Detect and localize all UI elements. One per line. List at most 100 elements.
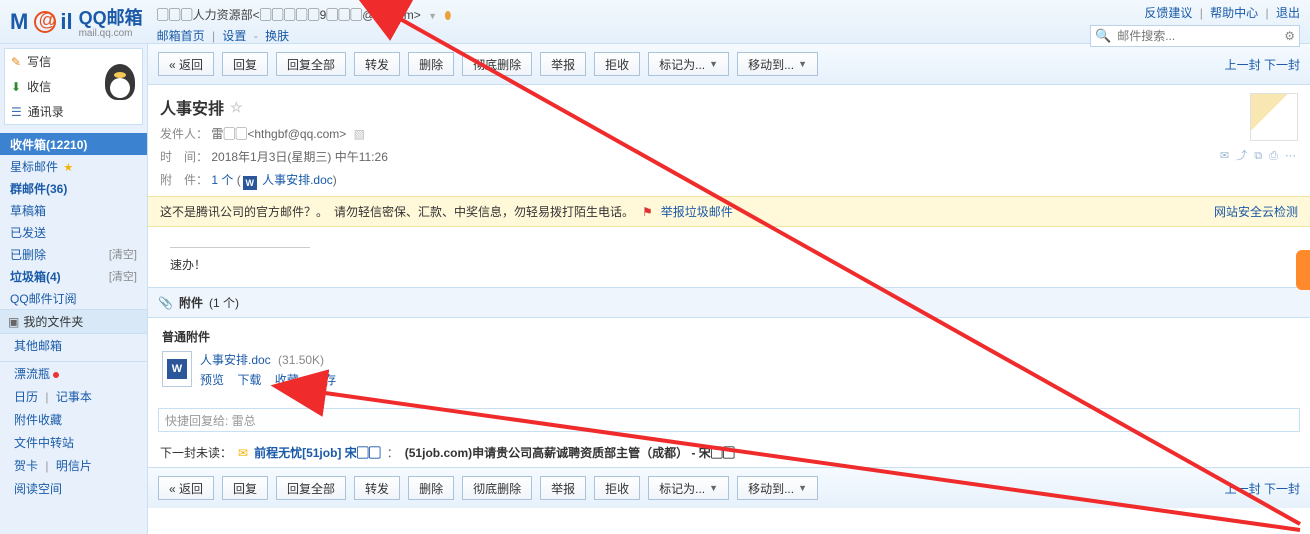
attach-count-link[interactable]: 1 个 <box>211 173 233 187</box>
caret-down-icon: ▼ <box>709 483 718 493</box>
nav-skin[interactable]: 换肤 <box>265 29 289 43</box>
reply-button-bottom[interactable]: 回复 <box>222 476 268 500</box>
mark-as-button[interactable]: 标记为...▼ <box>648 52 729 76</box>
file-name[interactable]: 人事安排.doc <box>200 353 271 367</box>
folder-inbox[interactable]: 收件箱(12210) <box>0 133 147 155</box>
mail-body-text: 速办！ <box>170 256 1288 273</box>
compose-icon: ✎ <box>11 55 21 69</box>
sidebar: ✎ 写信 ⬇ 收信 ☰ 通讯录 收件箱(12210) 星标邮件 ★ 群邮件(36… <box>0 44 148 534</box>
action-collect[interactable]: 收藏 <box>275 373 299 387</box>
warning-text: 这不是腾讯公司的官方邮件？。 请勿轻信密保、汇款、中奖信息，勿轻易拨打陌生电话。 <box>160 203 634 220</box>
reject-button-bottom[interactable]: 拒收 <box>594 476 640 500</box>
read-space[interactable]: 阅读空间 <box>0 477 147 500</box>
back-button-bottom[interactable]: « 返回 <box>158 476 214 500</box>
empty-spam[interactable]: [清空] <box>109 268 137 284</box>
reply-all-button[interactable]: 回复全部 <box>276 52 346 76</box>
topbar: M il QQ邮箱 mail.qq.com ▢▢▢人力资源部<▢▢▢▢▢9▢▢▢… <box>0 0 1310 44</box>
search-input[interactable] <box>1115 28 1280 44</box>
cloud-scan-link[interactable]: 网站安全云检测 <box>1214 203 1298 220</box>
delete-button[interactable]: 删除 <box>408 52 454 76</box>
from-mask-icon[interactable]: ▧ <box>354 127 365 141</box>
action-preview[interactable]: 预览 <box>200 373 224 387</box>
header-mini-icons[interactable]: ✉ ⤴ ⧉ ⎙ ⋯ <box>1220 147 1298 163</box>
quick-reply-input[interactable]: 快捷回复给: 雷总 <box>158 408 1300 432</box>
reply-all-button-bottom[interactable]: 回复全部 <box>276 476 346 500</box>
next-mail-bottom[interactable]: 下一封 <box>1264 482 1300 496</box>
security-warning-bar: 这不是腾讯公司的官方邮件？。 请勿轻信密保、汇款、中奖信息，勿轻易拨打陌生电话。… <box>148 196 1310 227</box>
link-logout[interactable]: 退出 <box>1276 6 1300 20</box>
receive-icon: ⬇ <box>11 80 21 94</box>
folder-sent[interactable]: 已发送 <box>0 221 147 243</box>
search-settings-icon[interactable]: ⚙ <box>1284 29 1295 43</box>
contacts-icon: ☰ <box>11 105 22 119</box>
file-type-icon[interactable]: W <box>162 351 192 387</box>
link-feedback[interactable]: 反馈建议 <box>1144 6 1192 20</box>
next-mail[interactable]: 下一封 <box>1264 58 1300 72</box>
nav-home[interactable]: 邮箱首页 <box>157 29 205 43</box>
mail-header: 人事安排 ☆ 发件人： 雷▢▢<hthgbf@qq.com> ▧ 时 间： 20… <box>148 85 1310 196</box>
attach-name-link[interactable]: 人事安排.doc <box>262 173 333 187</box>
toolbar-top: « 返回 回复 回复全部 转发 删除 彻底删除 举报 拒收 标记为...▼ 移动… <box>148 44 1310 85</box>
red-flag-icon: ⚑ <box>642 205 653 219</box>
attachment-row: W 人事安排.doc (31.50K) 预览 下载 收藏 转存 <box>162 351 1296 388</box>
reject-button[interactable]: 拒收 <box>594 52 640 76</box>
attach-collect[interactable]: 附件收藏 <box>0 408 147 431</box>
folder-other-mail[interactable]: 其他邮箱 <box>0 334 147 357</box>
report-button[interactable]: 举报 <box>540 52 586 76</box>
delete-full-button-bottom[interactable]: 彻底删除 <box>462 476 532 500</box>
cards-link[interactable]: 贺卡 <box>14 459 38 473</box>
folder-subscribe[interactable]: QQ邮件订阅 <box>0 287 147 309</box>
caret-down-icon: ▼ <box>798 59 807 69</box>
logo-block: M il QQ邮箱 mail.qq.com <box>10 4 143 39</box>
side-tab-icon[interactable] <box>1296 250 1310 290</box>
expand-icon: ▣ <box>8 315 19 329</box>
next-sender[interactable]: 前程无忧[51job] 宋▢▢ <box>254 444 381 461</box>
attachments-sub: 普通附件 <box>162 328 1296 345</box>
nav-settings[interactable]: 设置 <box>222 29 246 43</box>
folder-spam[interactable]: 垃圾箱(4)[清空] <box>0 265 147 287</box>
mail-time: 2018年1月3日(星期三) 中午11:26 <box>211 150 388 164</box>
notes-link[interactable]: 记事本 <box>56 390 92 404</box>
mail-body: 速办！ <box>148 227 1310 287</box>
folder-group[interactable]: 群邮件(36) <box>0 177 147 199</box>
mark-as-button-bottom[interactable]: 标记为...▼ <box>648 476 729 500</box>
folder-drafts[interactable]: 草稿箱 <box>0 199 147 221</box>
calendar-link[interactable]: 日历 <box>14 390 38 404</box>
folder-starred[interactable]: 星标邮件 ★ <box>0 155 147 177</box>
forward-button[interactable]: 转发 <box>354 52 400 76</box>
action-download[interactable]: 下载 <box>237 373 261 387</box>
caret-down-icon: ▼ <box>709 59 718 69</box>
prev-mail[interactable]: 上一封 <box>1225 58 1261 72</box>
delete-full-button[interactable]: 彻底删除 <box>462 52 532 76</box>
star-outline-icon[interactable]: ☆ <box>230 99 243 116</box>
move-to-button-bottom[interactable]: 移动到...▼ <box>737 476 818 500</box>
reply-button[interactable]: 回复 <box>222 52 268 76</box>
account-dropdown-icon[interactable]: ▼ <box>428 11 437 21</box>
prev-mail-bottom[interactable]: 上一封 <box>1225 482 1261 496</box>
report-spam-link[interactable]: 举报垃圾邮件 <box>661 203 733 220</box>
empty-deleted[interactable]: [清空] <box>109 246 137 262</box>
next-subject: (51job.com)申请贵公司高薪诚聘资质部主管（成都） - 宋▢▢ <box>405 444 735 461</box>
vip-icon: ⬮ <box>444 10 451 22</box>
move-to-button[interactable]: 移动到...▼ <box>737 52 818 76</box>
envelope-icon: ✉ <box>238 446 248 460</box>
report-button-bottom[interactable]: 举报 <box>540 476 586 500</box>
account-display[interactable]: ▢▢▢人力资源部<▢▢▢▢▢9▢▢▢@qq.com> ▼ ⬮ <box>157 6 452 23</box>
sender-avatar[interactable] <box>1250 93 1298 141</box>
link-help[interactable]: 帮助中心 <box>1210 6 1258 20</box>
forward-button-bottom[interactable]: 转发 <box>354 476 400 500</box>
drift-bottle[interactable]: 漂流瓶 <box>0 362 147 385</box>
folder-deleted[interactable]: 已删除[清空] <box>0 243 147 265</box>
action-save[interactable]: 转存 <box>312 373 336 387</box>
file-transfer[interactable]: 文件中转站 <box>0 431 147 454</box>
postcard-link[interactable]: 明信片 <box>56 459 92 473</box>
delete-button-bottom[interactable]: 删除 <box>408 476 454 500</box>
search-box[interactable]: 🔍 ⚙ <box>1090 25 1300 47</box>
brand-name: QQ邮箱 <box>79 4 143 30</box>
back-button[interactable]: « 返回 <box>158 52 214 76</box>
toolbar-bottom: « 返回 回复 回复全部 转发 删除 彻底删除 举报 拒收 标记为...▼ 移动… <box>148 467 1310 508</box>
section-myfiles[interactable]: ▣我的文件夹 <box>0 309 147 334</box>
paperclip-icon: 📎 <box>158 296 173 310</box>
search-icon: 🔍 <box>1095 28 1111 44</box>
next-unread-line: 下一封未读： ✉ 前程无忧[51job] 宋▢▢ ： (51job.com)申请… <box>148 438 1310 467</box>
